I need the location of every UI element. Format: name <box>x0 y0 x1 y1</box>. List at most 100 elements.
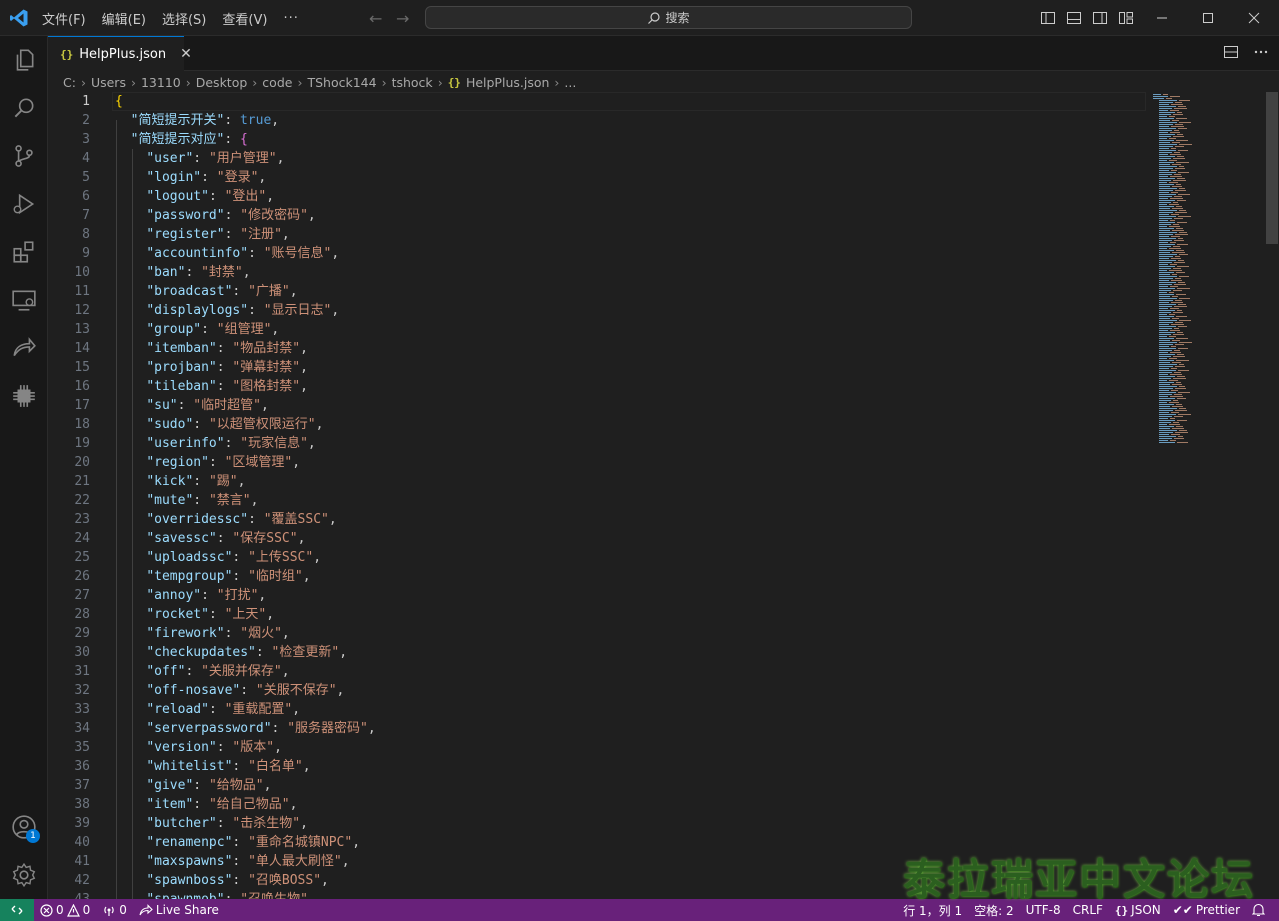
end-of-line[interactable]: CRLF <box>1067 903 1109 917</box>
breadcrumb-file[interactable]: HelpPlus.json <box>466 75 549 90</box>
cursor-position[interactable]: 行 1，列 1 <box>897 902 968 919</box>
code-line[interactable]: 37 "give": "给物品", <box>48 776 1148 795</box>
customize-layout-icon[interactable] <box>1118 10 1134 26</box>
code-line[interactable]: 21 "kick": "踢", <box>48 472 1148 491</box>
code-line[interactable]: 33 "reload": "重载配置", <box>48 700 1148 719</box>
menu-more-icon[interactable]: ··· <box>275 11 306 26</box>
json-key: "give" <box>146 778 194 793</box>
maximize-button[interactable] <box>1185 0 1231 36</box>
language-mode[interactable]: {} JSON <box>1109 903 1167 917</box>
code-line[interactable]: 16 "tileban": "图格封禁", <box>48 377 1148 396</box>
activity-source-control[interactable] <box>0 132 48 180</box>
breadcrumb-item[interactable]: Users <box>91 75 126 90</box>
command-center-search[interactable]: 搜索 <box>425 6 912 29</box>
code-line[interactable]: 10 "ban": "封禁", <box>48 263 1148 282</box>
code-line[interactable]: 24 "savessc": "保存SSC", <box>48 529 1148 548</box>
encoding[interactable]: UTF-8 <box>1020 903 1067 917</box>
activity-chip[interactable] <box>0 372 48 420</box>
code-line[interactable]: 18 "sudo": "以超管权限运行", <box>48 415 1148 434</box>
code-line[interactable]: 8 "register": "注册", <box>48 225 1148 244</box>
toggle-secondary-sidebar-icon[interactable] <box>1092 10 1108 26</box>
back-arrow-icon[interactable]: ← <box>369 9 382 28</box>
minimize-button[interactable] <box>1139 0 1185 36</box>
menu-selection[interactable]: 选择(S) <box>154 9 214 28</box>
breadcrumb-item[interactable]: code <box>262 75 292 90</box>
menu-view[interactable]: 查看(V) <box>214 9 275 28</box>
close-window-button[interactable] <box>1231 0 1277 36</box>
code-line[interactable]: 32 "off-nosave": "关服不保存", <box>48 681 1148 700</box>
activity-extensions[interactable] <box>0 228 48 276</box>
code-line[interactable]: 5 "login": "登录", <box>48 168 1148 187</box>
code-line[interactable]: 22 "mute": "禁言", <box>48 491 1148 510</box>
code-line[interactable]: 39 "butcher": "击杀生物", <box>48 814 1148 833</box>
breadcrumb-symbol[interactable]: ... <box>564 75 576 90</box>
code-line[interactable]: 17 "su": "临时超管", <box>48 396 1148 415</box>
activity-search[interactable] <box>0 84 48 132</box>
prettier-status[interactable]: ✔✔ Prettier <box>1167 903 1246 917</box>
code-line[interactable]: 31 "off": "关服并保存", <box>48 662 1148 681</box>
code-line[interactable]: 15 "projban": "弹幕封禁", <box>48 358 1148 377</box>
forward-arrow-icon[interactable]: → <box>396 9 409 28</box>
minimap-line <box>1159 396 1168 397</box>
minimap-line <box>1174 372 1181 373</box>
code-line[interactable]: 23 "overridessc": "覆盖SSC", <box>48 510 1148 529</box>
ports-indicator[interactable]: 0 <box>96 903 133 917</box>
code-line[interactable]: 13 "group": "组管理", <box>48 320 1148 339</box>
vertical-scrollbar-thumb[interactable] <box>1266 92 1278 244</box>
minimap-line <box>1159 290 1171 291</box>
breadcrumb-item[interactable]: Desktop <box>196 75 248 90</box>
split-editor-icon[interactable] <box>1223 44 1239 60</box>
code-line[interactable]: 25 "uploadssc": "上传SSC", <box>48 548 1148 567</box>
code-line[interactable]: 30 "checkupdates": "检查更新", <box>48 643 1148 662</box>
punctuation <box>115 664 146 679</box>
more-actions-icon[interactable] <box>1253 44 1269 60</box>
code-line[interactable]: 20 "region": "区域管理", <box>48 453 1148 472</box>
code-line[interactable]: 3 "简短提示对应": { <box>48 130 1148 149</box>
code-line[interactable]: 36 "whitelist": "白名单", <box>48 757 1148 776</box>
code-line[interactable]: 26 "tempgroup": "临时组", <box>48 567 1148 586</box>
toggle-panel-icon[interactable] <box>1066 10 1082 26</box>
activity-live-share[interactable] <box>0 324 48 372</box>
code-line[interactable]: 34 "serverpassword": "服务器密码", <box>48 719 1148 738</box>
code-line[interactable]: 11 "broadcast": "广播", <box>48 282 1148 301</box>
code-line[interactable]: 4 "user": "用户管理", <box>48 149 1148 168</box>
code-line[interactable]: 29 "firework": "烟火", <box>48 624 1148 643</box>
problems-indicator[interactable]: 0 0 <box>34 903 96 917</box>
search-placeholder: 搜索 <box>665 11 690 25</box>
tab-close-icon[interactable]: ✕ <box>180 46 192 62</box>
menu-file[interactable]: 文件(F) <box>34 9 94 28</box>
punctuation <box>115 778 146 793</box>
code-line[interactable]: 14 "itemban": "物品封禁", <box>48 339 1148 358</box>
breadcrumb-item[interactable]: 13110 <box>141 75 181 90</box>
activity-remote-explorer[interactable] <box>0 276 48 324</box>
code-lines[interactable]: 1{2 "简短提示开关": true, 3 "简短提示对应": {4 "user"… <box>48 92 1148 899</box>
remote-indicator[interactable] <box>0 899 34 921</box>
breadcrumb-item[interactable]: TShock144 <box>307 75 376 90</box>
code-line[interactable]: 28 "rocket": "上天", <box>48 605 1148 624</box>
activity-accounts[interactable]: 1 <box>0 803 48 851</box>
minimap[interactable] <box>1153 92 1273 462</box>
live-share-button[interactable]: Live Share <box>133 903 225 917</box>
code-line[interactable]: 2 "简短提示开关": true, <box>48 111 1148 130</box>
code-line[interactable]: 7 "password": "修改密码", <box>48 206 1148 225</box>
code-line[interactable]: 35 "version": "版本", <box>48 738 1148 757</box>
punctuation <box>115 246 146 261</box>
code-line[interactable]: 38 "item": "给自己物品", <box>48 795 1148 814</box>
breadcrumb-item[interactable]: C: <box>63 75 76 90</box>
code-line[interactable]: 12 "displaylogs": "显示日志", <box>48 301 1148 320</box>
breadcrumb-item[interactable]: tshock <box>392 75 433 90</box>
activity-run-debug[interactable] <box>0 180 48 228</box>
tab-helpplus-json[interactable]: {} HelpPlus.json ✕ <box>48 36 192 71</box>
notifications-button[interactable] <box>1246 903 1271 917</box>
code-editor[interactable]: 1{2 "简短提示开关": true, 3 "简短提示对应": {4 "user"… <box>48 92 1279 899</box>
code-line[interactable]: 6 "logout": "登出", <box>48 187 1148 206</box>
activity-explorer[interactable] <box>0 36 48 84</box>
activity-manage[interactable] <box>0 851 48 899</box>
code-line[interactable]: 1{ <box>48 92 1148 111</box>
code-line[interactable]: 27 "annoy": "打扰", <box>48 586 1148 605</box>
indentation[interactable]: 空格: 2 <box>968 902 1020 919</box>
code-line[interactable]: 19 "userinfo": "玩家信息", <box>48 434 1148 453</box>
menu-edit[interactable]: 编辑(E) <box>94 9 154 28</box>
code-line[interactable]: 9 "accountinfo": "账号信息", <box>48 244 1148 263</box>
toggle-primary-sidebar-icon[interactable] <box>1040 10 1056 26</box>
